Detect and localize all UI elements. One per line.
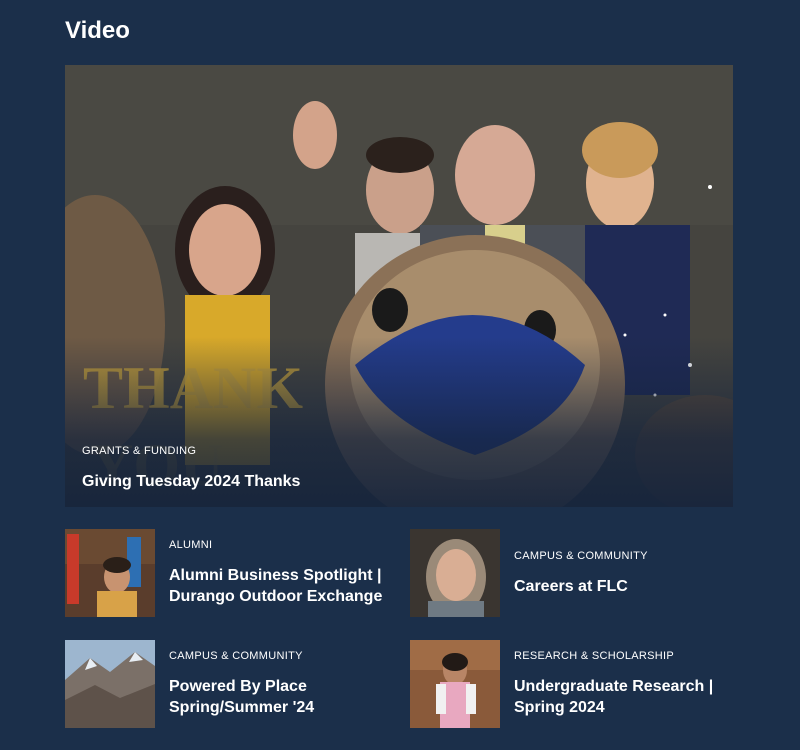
video-thumbnail [65, 529, 155, 617]
video-card-title[interactable]: Alumni Business Spotlight | Durango Outd… [169, 565, 399, 607]
video-card-careers[interactable]: CAMPUS & COMMUNITY Careers at FLC [410, 529, 740, 619]
video-card-alumni-spotlight[interactable]: ALUMNI Alumni Business Spotlight | Duran… [65, 529, 395, 619]
video-card-category: CAMPUS & COMMUNITY [169, 650, 303, 662]
video-card-undergrad-research[interactable]: RESEARCH & SCHOLARSHIP Undergraduate Res… [410, 640, 740, 730]
featured-video-category: GRANTS & FUNDING [82, 445, 197, 457]
featured-video[interactable]: THANK YOU GRANTS & FUNDING Giving Tuesda… [65, 65, 733, 507]
video-card-title-line: Careers at FLC [514, 578, 628, 595]
featured-video-title[interactable]: Giving Tuesday 2024 Thanks [82, 473, 300, 491]
video-thumbnail [410, 640, 500, 728]
video-thumbnail [410, 529, 500, 617]
video-card-category: RESEARCH & SCHOLARSHIP [514, 650, 675, 662]
video-card-title[interactable]: Undergraduate Research | Spring 2024 [514, 676, 744, 718]
video-card-title-line: Spring/Summer '24 [169, 699, 315, 716]
video-thumbnail [65, 640, 155, 728]
video-card-title-line: Alumni Business Spotlight | [169, 567, 382, 584]
video-card-title-line: Powered By Place [169, 678, 307, 695]
video-card-title[interactable]: Powered By Place Spring/Summer '24 [169, 676, 399, 718]
video-card-title-line: Undergraduate Research | [514, 678, 714, 695]
video-card-title[interactable]: Careers at FLC [514, 576, 744, 597]
video-card-category: ALUMNI [169, 539, 213, 551]
video-card-title-line: Durango Outdoor Exchange [169, 588, 383, 605]
video-card-powered-by-place[interactable]: CAMPUS & COMMUNITY Powered By Place Spri… [65, 640, 395, 730]
video-card-category: CAMPUS & COMMUNITY [514, 550, 648, 562]
section-title: Video [65, 17, 130, 44]
video-card-title-line: Spring 2024 [514, 699, 605, 716]
